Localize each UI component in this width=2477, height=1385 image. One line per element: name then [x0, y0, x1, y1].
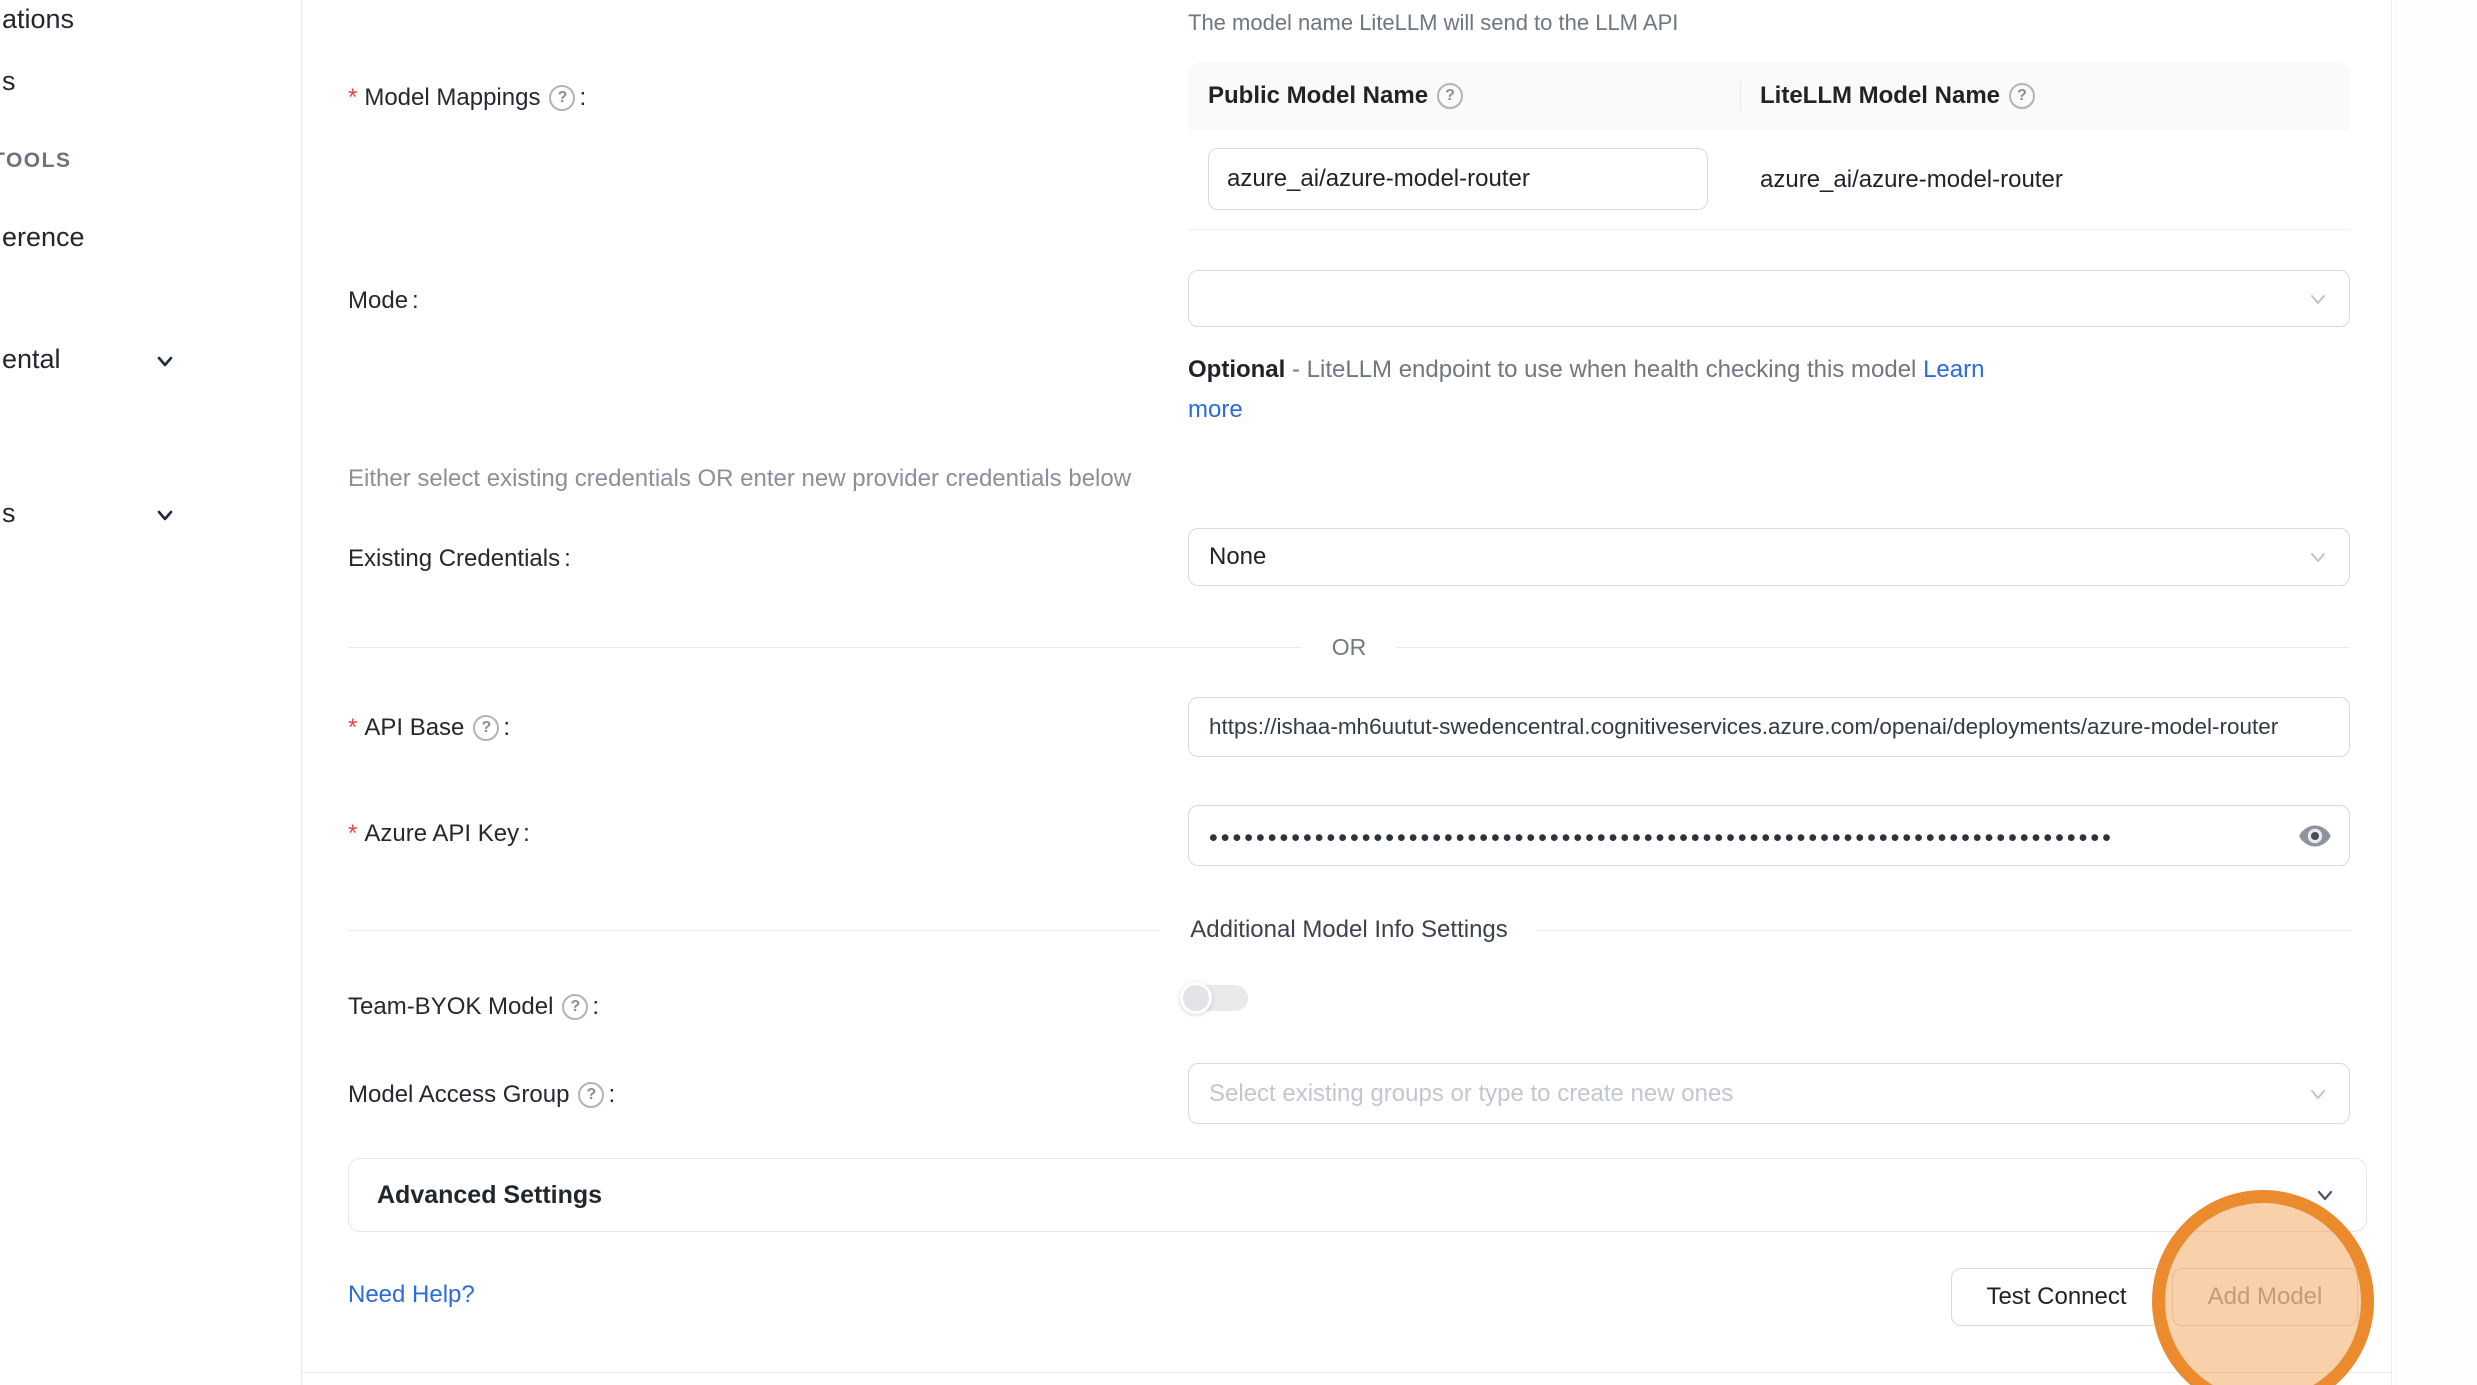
advanced-settings-panel[interactable]: Advanced Settings [348, 1158, 2367, 1232]
team-byok-label: Team-BYOK Model ? : [348, 991, 599, 1023]
sidebar-item[interactable]: s [2, 496, 16, 530]
api-base-input[interactable] [1188, 697, 2350, 757]
existing-credentials-label: Existing Credentials : [348, 543, 571, 575]
public-model-name-header: Public Model Name ? [1188, 82, 1740, 110]
chevron-down-icon [2305, 544, 2331, 570]
existing-credentials-select[interactable]: None [1188, 528, 2350, 586]
table-header: Public Model Name ? LiteLLM Model Name ? [1188, 62, 2350, 130]
required-marker: * [348, 84, 357, 112]
azure-api-key-label: * Azure API Key : [348, 818, 530, 850]
help-icon[interactable]: ? [578, 1082, 604, 1108]
model-name-helper-note: The model name LiteLLM will send to the … [1188, 10, 1678, 36]
sidebar: ations s TOOLS erence ental s [0, 0, 302, 1385]
api-base-label: * API Base ? : [348, 712, 510, 744]
need-help-link[interactable]: Need Help? [348, 1281, 475, 1309]
masked-api-key: ••••••••••••••••••••••••••••••••••••••••… [1209, 820, 2114, 851]
chevron-down-icon [2310, 1180, 2340, 1210]
sidebar-item[interactable]: erence [2, 220, 85, 254]
chevron-down-icon [150, 346, 180, 376]
sidebar-item[interactable]: ations [2, 2, 74, 36]
credentials-note: Either select existing credentials OR en… [348, 465, 1131, 493]
help-icon[interactable]: ? [562, 994, 588, 1020]
chevron-down-icon [2305, 286, 2331, 312]
test-connect-button[interactable]: Test Connect [1951, 1268, 2162, 1326]
required-marker: * [348, 714, 357, 742]
public-model-name-input[interactable] [1208, 148, 1708, 210]
required-marker: * [348, 820, 357, 848]
help-icon[interactable]: ? [2009, 83, 2035, 109]
table-row: azure_ai/azure-model-router [1188, 130, 2350, 230]
team-byok-toggle[interactable] [1180, 982, 1248, 1014]
advanced-settings-title: Advanced Settings [377, 1181, 602, 1210]
azure-api-key-input[interactable]: ••••••••••••••••••••••••••••••••••••••••… [1188, 805, 2350, 866]
model-mappings-table: Public Model Name ? LiteLLM Model Name ?… [1188, 62, 2350, 230]
mode-select[interactable] [1188, 270, 2350, 327]
help-icon[interactable]: ? [549, 85, 575, 111]
sidebar-section-label: TOOLS [0, 148, 71, 174]
chevron-down-icon [2305, 1081, 2331, 1107]
mode-label: Mode : [348, 285, 419, 317]
page-background-strip [2393, 0, 2477, 1385]
add-model-button[interactable]: Add Model [2172, 1268, 2358, 1326]
footer-divider [302, 1372, 2392, 1373]
or-divider: OR [348, 634, 2350, 661]
sidebar-item[interactable]: s [2, 64, 16, 98]
add-model-form: The model name LiteLLM will send to the … [302, 0, 2392, 1385]
model-access-group-select[interactable]: Select existing groups or type to create… [1188, 1063, 2350, 1124]
model-mappings-label: * Model Mappings ? : [348, 82, 586, 114]
sidebar-item[interactable]: ental [2, 342, 61, 376]
mode-hint: Optional - LiteLLM endpoint to use when … [1188, 350, 2036, 430]
help-icon[interactable]: ? [473, 715, 499, 741]
chevron-down-icon [150, 500, 180, 530]
litellm-model-name-value: azure_ai/azure-model-router [1760, 130, 2063, 230]
help-icon[interactable]: ? [1437, 83, 1463, 109]
eye-icon[interactable] [2297, 818, 2333, 854]
column-separator [1740, 82, 1741, 110]
model-access-group-label: Model Access Group ? : [348, 1079, 615, 1111]
add-model-screen: ations s TOOLS erence ental s The model … [0, 0, 2477, 1385]
litellm-model-name-header: LiteLLM Model Name ? [1740, 82, 2350, 110]
additional-info-divider: Additional Model Info Settings [348, 916, 2350, 944]
